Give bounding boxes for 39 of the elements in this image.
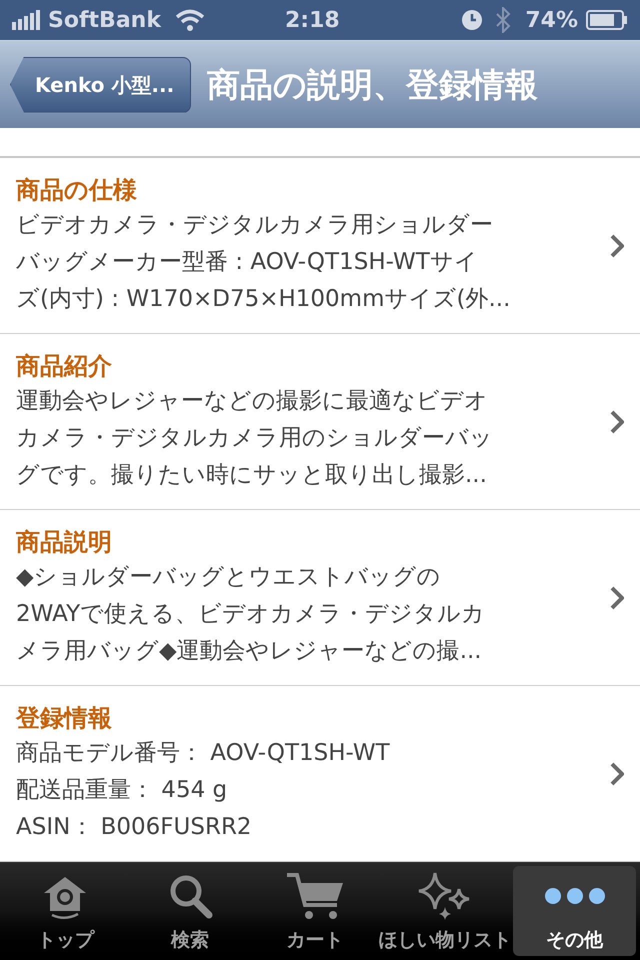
bluetooth-icon: [495, 7, 512, 33]
back-button[interactable]: Kenko 小型...: [10, 56, 192, 112]
section-text: グです。撮りたい時にサッと取り出し撮影...: [16, 461, 488, 490]
section-text: 2WAYで使える、ビデオカメラ・デジタルカ: [16, 600, 486, 629]
section-text: ◆ショルダーバッグとウエストバッグの: [16, 563, 442, 592]
section-text: メラ用バッグ◆運動会やレジャーなどの撮...: [16, 637, 483, 666]
section-text: 配送品重量： 454 g: [16, 776, 228, 805]
detail-row[interactable]: 商品の仕様 ビデオカメラ・デジタルカメラ用ショルダー バッグメーカー型番 : AOV-QT1SH-WTサイ ズ(内寸) : W170×D75×H100mmサイズ(外...: [0, 158, 640, 334]
section-text: ビデオカメラ・デジタルカメラ用ショルダー: [16, 211, 494, 240]
status-time: 2:18: [284, 6, 340, 34]
tab-item[interactable]: その他: [513, 866, 636, 956]
chevron-icon: [610, 586, 624, 610]
section-title: 登録情報: [16, 703, 113, 734]
section-text: 商品モデル番号： AOV-QT1SH-WT: [16, 739, 391, 768]
section-text: ASIN： B006FUSRR2: [16, 813, 253, 842]
signal-icon: [12, 10, 42, 30]
wifi-icon: [174, 9, 205, 31]
cart-icon: [284, 870, 345, 921]
battery-percent: 74%: [525, 6, 578, 34]
section-title: 商品紹介: [16, 351, 113, 382]
tab-item[interactable]: 検索: [128, 866, 252, 956]
battery-icon: [586, 10, 628, 30]
carrier-name: SoftBank: [48, 6, 161, 34]
section-text: 運動会やレジャーなどの撮影に最適なビデオ: [16, 387, 489, 416]
chevron-icon: [610, 410, 624, 434]
section-text: ズ(内寸) : W170×D75×H100mmサイズ(外...: [16, 285, 512, 314]
tab-item[interactable]: カート: [254, 866, 376, 956]
page-title: 商品の説明、登録情報: [207, 64, 538, 106]
tab-item[interactable]: ほしい物リスト: [378, 866, 512, 956]
section-title: 商品説明: [16, 527, 113, 558]
detail-row[interactable]: 商品紹介 運動会やレジャーなどの撮影に最適なビデオ カメラ・デジタルカメラ用のショルダーバッ グです。撮りたい時にサッと取り出し撮影...: [0, 334, 640, 510]
detail-row[interactable]: 商品説明 ◆ショルダーバッグとウエストバッグの 2WAYで使える、ビデオカメラ・デジタルカ メラ用バッグ◆運動会やレジャーなどの撮...: [0, 510, 640, 686]
chevron-icon: [610, 762, 624, 786]
clock-icon: [461, 9, 484, 31]
section-text: バッグメーカー型番 : AOV-QT1SH-WTサイ: [16, 248, 479, 277]
section-title: 商品の仕様: [16, 175, 138, 206]
section-text: カメラ・デジタルカメラ用のショルダーバッ: [16, 424, 494, 453]
chevron-icon: [610, 234, 624, 258]
tab-item[interactable]: トップ: [4, 866, 127, 956]
